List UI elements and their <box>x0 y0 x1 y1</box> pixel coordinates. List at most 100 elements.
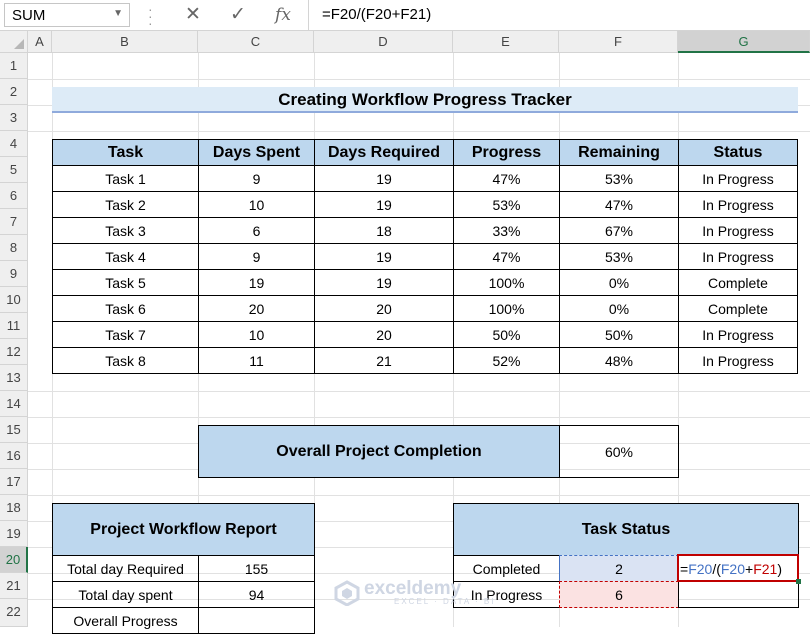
status-cell[interactable]: In Progress <box>678 165 798 192</box>
row-header-9[interactable]: 9 <box>0 261 28 287</box>
task-status-empty-cell[interactable] <box>678 581 799 608</box>
progress-cell[interactable]: 53% <box>453 191 560 218</box>
row-header-13[interactable]: 13 <box>0 365 28 391</box>
status-cell[interactable]: In Progress <box>678 243 798 270</box>
formula-input[interactable]: =F20/(F20+F21) <box>322 6 431 23</box>
row-header-17[interactable]: 17 <box>0 469 28 495</box>
column-header-b[interactable]: B <box>52 31 198 53</box>
remaining-cell[interactable]: 50% <box>559 321 679 348</box>
header-days-required[interactable]: Days Required <box>314 139 454 166</box>
row-header-14[interactable]: 14 <box>0 391 28 417</box>
progress-cell[interactable]: 50% <box>453 321 560 348</box>
completed-count-cell[interactable]: 2 <box>559 555 679 582</box>
report-label-cell[interactable]: Total day Required <box>52 555 199 582</box>
days-required-cell[interactable]: 19 <box>314 191 454 218</box>
row-header-18[interactable]: 18 <box>0 495 28 521</box>
select-all-corner[interactable] <box>0 31 28 53</box>
remaining-cell[interactable]: 67% <box>559 217 679 244</box>
days-spent-cell[interactable]: 11 <box>198 347 315 374</box>
days-spent-cell[interactable]: 19 <box>198 269 315 296</box>
column-header-a[interactable]: A <box>28 31 52 53</box>
days-required-cell[interactable]: 18 <box>314 217 454 244</box>
cancel-icon[interactable]: ✕ <box>180 4 206 26</box>
report-label-cell[interactable]: Total day spent <box>52 581 199 608</box>
status-cell[interactable]: In Progress <box>678 347 798 374</box>
remaining-cell[interactable]: 53% <box>559 243 679 270</box>
row-header-16[interactable]: 16 <box>0 443 28 469</box>
days-required-cell[interactable]: 20 <box>314 295 454 322</box>
column-header-c[interactable]: C <box>198 31 314 53</box>
days-required-cell[interactable]: 21 <box>314 347 454 374</box>
column-header-g[interactable]: G <box>678 31 810 53</box>
progress-cell[interactable]: 100% <box>453 269 560 296</box>
days-spent-cell[interactable]: 9 <box>198 243 315 270</box>
task-status-title[interactable]: Task Status <box>453 503 799 556</box>
task-cell[interactable]: Task 3 <box>52 217 199 244</box>
remaining-cell[interactable]: 47% <box>559 191 679 218</box>
days-spent-cell[interactable]: 10 <box>198 191 315 218</box>
overall-completion-value[interactable]: 60% <box>559 425 679 478</box>
header-task[interactable]: Task <box>52 139 199 166</box>
header-remaining[interactable]: Remaining <box>559 139 679 166</box>
row-header-21[interactable]: 21 <box>0 573 28 599</box>
drag-handle-icon[interactable]: · · · <box>148 2 153 30</box>
active-cell-g20[interactable]: =F20/(F20+F21) <box>677 554 799 582</box>
row-header-10[interactable]: 10 <box>0 287 28 313</box>
days-required-cell[interactable]: 19 <box>314 165 454 192</box>
remaining-cell[interactable]: 53% <box>559 165 679 192</box>
row-header-1[interactable]: 1 <box>0 53 28 79</box>
remaining-cell[interactable]: 0% <box>559 295 679 322</box>
row-header-6[interactable]: 6 <box>0 183 28 209</box>
task-cell[interactable]: Task 4 <box>52 243 199 270</box>
row-header-8[interactable]: 8 <box>0 235 28 261</box>
progress-cell[interactable]: 100% <box>453 295 560 322</box>
days-spent-cell[interactable]: 10 <box>198 321 315 348</box>
progress-cell[interactable]: 52% <box>453 347 560 374</box>
row-header-22[interactable]: 22 <box>0 599 28 627</box>
header-status[interactable]: Status <box>678 139 798 166</box>
status-cell[interactable]: In Progress <box>678 217 798 244</box>
column-header-f[interactable]: F <box>559 31 678 53</box>
row-header-2[interactable]: 2 <box>0 79 28 105</box>
enter-icon[interactable]: ✓ <box>225 4 251 26</box>
column-header-e[interactable]: E <box>453 31 559 53</box>
row-header-20[interactable]: 20 <box>0 547 28 573</box>
task-cell[interactable]: Task 5 <box>52 269 199 296</box>
status-cell[interactable]: In Progress <box>678 191 798 218</box>
days-required-cell[interactable]: 19 <box>314 269 454 296</box>
row-header-7[interactable]: 7 <box>0 209 28 235</box>
task-cell[interactable]: Task 6 <box>52 295 199 322</box>
row-header-19[interactable]: 19 <box>0 521 28 547</box>
progress-cell[interactable]: 47% <box>453 243 560 270</box>
row-header-15[interactable]: 15 <box>0 417 28 443</box>
status-cell[interactable]: Complete <box>678 269 798 296</box>
days-required-cell[interactable]: 20 <box>314 321 454 348</box>
sheet-title[interactable]: Creating Workflow Progress Tracker <box>52 87 798 113</box>
row-header-12[interactable]: 12 <box>0 339 28 365</box>
in-progress-count-cell[interactable]: 6 <box>559 581 679 608</box>
days-required-cell[interactable]: 19 <box>314 243 454 270</box>
days-spent-cell[interactable]: 20 <box>198 295 315 322</box>
status-cell[interactable]: In Progress <box>678 321 798 348</box>
row-header-3[interactable]: 3 <box>0 105 28 131</box>
header-progress[interactable]: Progress <box>453 139 560 166</box>
row-header-4[interactable]: 4 <box>0 131 28 157</box>
row-header-11[interactable]: 11 <box>0 313 28 339</box>
status-cell[interactable]: Complete <box>678 295 798 322</box>
days-spent-cell[interactable]: 9 <box>198 165 315 192</box>
report-label-cell[interactable]: Overall Progress <box>52 607 199 634</box>
progress-cell[interactable]: 47% <box>453 165 560 192</box>
overall-completion-label[interactable]: Overall Project Completion <box>198 425 560 478</box>
report-value-cell[interactable]: 94 <box>198 581 315 608</box>
name-box[interactable]: SUM ▼ <box>4 3 130 27</box>
remaining-cell[interactable]: 48% <box>559 347 679 374</box>
fill-handle[interactable] <box>796 579 801 584</box>
task-cell[interactable]: Task 8 <box>52 347 199 374</box>
column-header-d[interactable]: D <box>314 31 453 53</box>
insert-function-icon[interactable]: fx <box>270 4 296 26</box>
header-days-spent[interactable]: Days Spent <box>198 139 315 166</box>
task-cell[interactable]: Task 2 <box>52 191 199 218</box>
report-title[interactable]: Project Workflow Report <box>52 503 315 556</box>
days-spent-cell[interactable]: 6 <box>198 217 315 244</box>
report-value-cell[interactable] <box>198 607 315 634</box>
